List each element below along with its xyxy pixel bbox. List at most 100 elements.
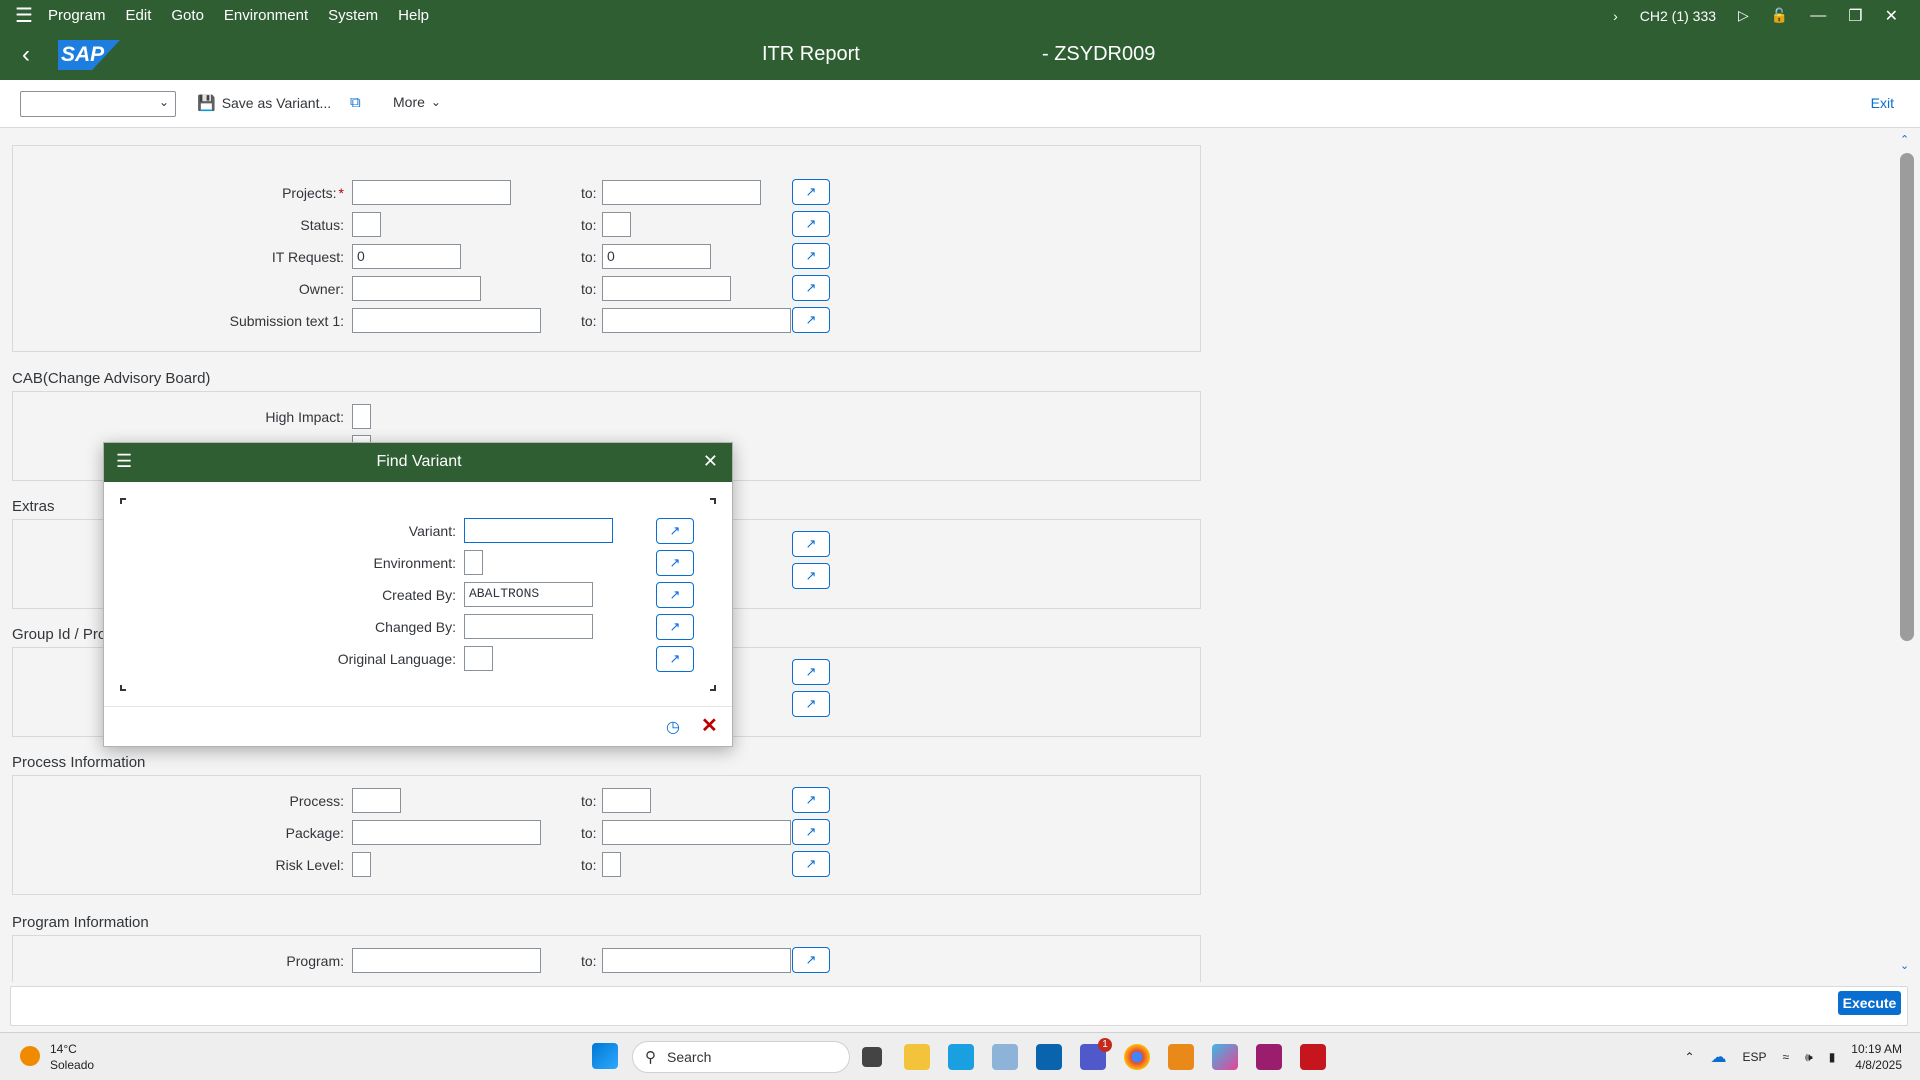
- original-language-multiple-selection-button[interactable]: ↗: [656, 646, 694, 672]
- it-request-multiple-selection-button[interactable]: ↗: [792, 243, 830, 269]
- outlook-icon[interactable]: [1036, 1044, 1062, 1070]
- copy-button[interactable]: ⧉: [350, 94, 367, 111]
- status-to-input[interactable]: [602, 212, 631, 237]
- scroll-down-icon[interactable]: ⌄: [1900, 959, 1909, 972]
- chrome-icon[interactable]: [1124, 1044, 1150, 1070]
- package-from-input[interactable]: [352, 820, 541, 845]
- extras-multiple-selection-button-2[interactable]: ↗: [792, 563, 830, 589]
- projects-to-input[interactable]: [602, 180, 761, 205]
- variant-input[interactable]: [464, 518, 613, 543]
- extras-multiple-selection-button-1[interactable]: ↗: [792, 531, 830, 557]
- program-to-input[interactable]: [602, 948, 791, 973]
- language-indicator[interactable]: ESP: [1743, 1050, 1767, 1064]
- close-window-icon[interactable]: ✕: [1885, 6, 1898, 26]
- variant-dropdown[interactable]: ⌄: [20, 91, 176, 117]
- owner-to-input[interactable]: [602, 276, 731, 301]
- chevron-right-icon[interactable]: ›: [1613, 8, 1618, 24]
- corner-mark: [710, 685, 716, 691]
- teams-icon[interactable]: 1: [1080, 1038, 1112, 1070]
- submission-text-from-input[interactable]: [352, 308, 541, 333]
- scrollbar-thumb[interactable]: [1900, 153, 1914, 641]
- execute-history-icon[interactable]: ◷: [666, 717, 680, 737]
- environment-input[interactable]: [464, 550, 483, 575]
- onedrive-icon[interactable]: ☁: [1711, 1047, 1727, 1067]
- risk-level-to-input[interactable]: [602, 852, 621, 877]
- file-explorer-icon[interactable]: [904, 1044, 930, 1070]
- submission-text-to-input[interactable]: [602, 308, 791, 333]
- scroll-up-icon[interactable]: ⌃: [1900, 133, 1909, 146]
- weather-widget[interactable]: 14°C Soleado: [50, 1041, 94, 1073]
- sun-icon[interactable]: [20, 1046, 40, 1066]
- submission-text-multiple-selection-button[interactable]: ↗: [792, 307, 830, 333]
- find-variant-dialog: ☰ Find Variant ✕ Variant: ↗ Environment:…: [103, 442, 733, 747]
- snipping-tool-icon[interactable]: [948, 1044, 974, 1070]
- play-icon[interactable]: ▷: [1738, 7, 1749, 24]
- group-id-multiple-selection-button-2[interactable]: ↗: [792, 691, 830, 717]
- task-view-icon[interactable]: [862, 1047, 882, 1067]
- windows-start-icon[interactable]: [592, 1043, 618, 1069]
- dialog-title: Find Variant: [376, 453, 462, 470]
- phpstorm-icon[interactable]: [1256, 1044, 1282, 1070]
- menu-system[interactable]: System: [328, 7, 378, 24]
- sap-logon-icon[interactable]: [992, 1044, 1018, 1070]
- it-request-from-input[interactable]: 0: [352, 244, 461, 269]
- vertical-scrollbar[interactable]: ⌃ ⌄: [1898, 129, 1920, 982]
- back-icon[interactable]: ‹: [22, 41, 30, 69]
- exit-button[interactable]: Exit: [1871, 95, 1894, 111]
- minimize-icon[interactable]: —: [1810, 7, 1826, 25]
- unlock-icon[interactable]: 🔓: [1771, 7, 1788, 24]
- group-id-multiple-selection-button-1[interactable]: ↗: [792, 659, 830, 685]
- variant-multiple-selection-button[interactable]: ↗: [656, 518, 694, 544]
- owner-multiple-selection-button[interactable]: ↗: [792, 275, 830, 301]
- status-from-input[interactable]: [352, 212, 381, 237]
- execute-button[interactable]: Execute: [1838, 991, 1901, 1015]
- restore-icon[interactable]: ❐: [1848, 6, 1862, 26]
- projects-multiple-selection-button[interactable]: ↗: [792, 179, 830, 205]
- volume-icon[interactable]: 🕪: [1805, 1050, 1813, 1065]
- dialog-close-icon[interactable]: ✕: [703, 451, 718, 472]
- show-hidden-icons-icon[interactable]: ⌃: [1684, 1050, 1694, 1064]
- status-multiple-selection-button[interactable]: ↗: [792, 211, 830, 237]
- menu-edit[interactable]: Edit: [126, 7, 152, 24]
- menu-goto[interactable]: Goto: [171, 7, 204, 24]
- high-impact-checkbox[interactable]: [352, 404, 371, 429]
- process-to-label: to:: [581, 793, 597, 809]
- clock[interactable]: 10:19 AM 4/8/2025: [1851, 1041, 1902, 1073]
- copilot-icon[interactable]: [1212, 1044, 1238, 1070]
- more-button[interactable]: More ⌄: [393, 94, 441, 110]
- original-language-input[interactable]: [464, 646, 493, 671]
- process-to-input[interactable]: [602, 788, 651, 813]
- environment-multiple-selection-button[interactable]: ↗: [656, 550, 694, 576]
- it-request-to-input[interactable]: 0: [602, 244, 711, 269]
- taskbar-search[interactable]: ⚲ Search: [632, 1041, 850, 1073]
- process-from-input[interactable]: [352, 788, 401, 813]
- menu-program[interactable]: Program: [48, 7, 106, 24]
- changed-by-input[interactable]: [464, 614, 593, 639]
- program-multiple-selection-button[interactable]: ↗: [792, 947, 830, 973]
- chevron-down-icon: ⌄: [430, 95, 441, 109]
- sublime-text-icon[interactable]: [1168, 1044, 1194, 1070]
- variant-label: Variant:: [408, 523, 456, 539]
- risk-level-multiple-selection-button[interactable]: ↗: [792, 851, 830, 877]
- menu-help[interactable]: Help: [398, 7, 429, 24]
- created-by-multiple-selection-button[interactable]: ↗: [656, 582, 694, 608]
- risk-level-from-input[interactable]: [352, 852, 371, 877]
- save-as-variant-button[interactable]: 💾 Save as Variant...: [197, 94, 331, 112]
- title-bar: ‹ SAP ITR Report - ZSYDR009: [0, 31, 1920, 80]
- projects-from-input[interactable]: [352, 180, 511, 205]
- wifi-icon[interactable]: ≈: [1783, 1050, 1790, 1064]
- cancel-icon[interactable]: ✕: [701, 713, 718, 738]
- menu-environment[interactable]: Environment: [224, 7, 308, 24]
- changed-by-multiple-selection-button[interactable]: ↗: [656, 614, 694, 640]
- package-multiple-selection-button[interactable]: ↗: [792, 819, 830, 845]
- hamburger-menu-icon[interactable]: ☰: [0, 0, 48, 31]
- battery-icon[interactable]: ▮: [1829, 1050, 1836, 1064]
- package-to-input[interactable]: [602, 820, 791, 845]
- process-multiple-selection-button[interactable]: ↗: [792, 787, 830, 813]
- acrobat-icon[interactable]: [1300, 1044, 1326, 1070]
- created-by-input[interactable]: ABALTRONS: [464, 582, 593, 607]
- owner-from-input[interactable]: [352, 276, 481, 301]
- multiple-selection-icon: ↗: [805, 824, 817, 839]
- program-from-input[interactable]: [352, 948, 541, 973]
- multiple-selection-icon: ↗: [805, 312, 817, 327]
